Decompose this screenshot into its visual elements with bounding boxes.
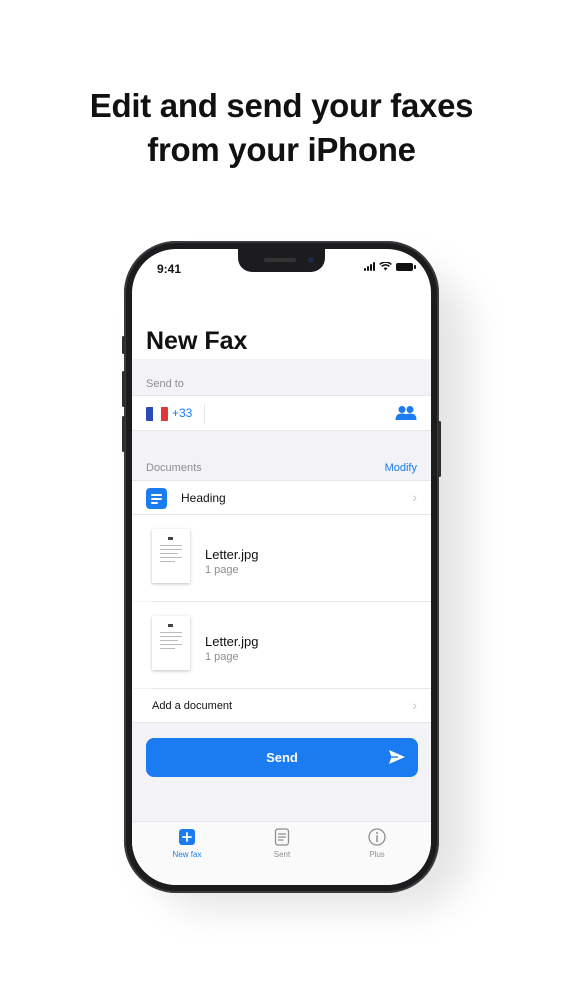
notch — [238, 249, 325, 272]
info-circle-icon — [368, 828, 386, 846]
tab-plus[interactable]: Plus — [337, 828, 417, 859]
power-button — [438, 421, 441, 477]
chevron-right-icon: › — [412, 697, 417, 713]
dial-separator — [204, 404, 205, 424]
doc-lines-icon — [146, 488, 167, 509]
tab-label: Sent — [273, 850, 291, 859]
country-code-selector[interactable]: +33 — [172, 406, 192, 420]
status-time: 9:41 — [157, 262, 182, 276]
mute-switch — [122, 336, 125, 354]
status-icons — [364, 262, 416, 271]
promo-title-line-2: from your iPhone — [147, 131, 416, 168]
heading-row[interactable]: Heading › — [132, 480, 431, 514]
tab-label: New fax — [172, 850, 202, 859]
document-item[interactable]: Letter.jpg 1 page — [132, 602, 431, 688]
document-name: Letter.jpg — [205, 547, 259, 562]
form-background: Send to +33 Documents Modify Heading › L… — [132, 359, 431, 821]
paper-plane-icon — [389, 750, 405, 764]
battery-icon — [396, 262, 416, 271]
document-thumbnail — [152, 616, 190, 670]
document-item[interactable]: Letter.jpg 1 page — [132, 515, 431, 601]
tab-sent[interactable]: Sent — [242, 828, 322, 859]
documents-label: Documents — [146, 462, 202, 474]
tab-new-fax[interactable]: New fax — [147, 828, 227, 859]
document-name: Letter.jpg — [205, 634, 259, 649]
send-to-label: Send to — [146, 378, 184, 390]
tab-bar: New fax Sent Plus — [132, 821, 431, 885]
volume-down-button — [122, 416, 125, 452]
heading-label: Heading — [181, 491, 226, 505]
wifi-icon — [379, 262, 392, 271]
tab-label: Plus — [369, 850, 385, 859]
doc-icon — [274, 828, 290, 846]
send-button[interactable]: Send — [146, 738, 418, 777]
document-page-count: 1 page — [205, 651, 239, 663]
promo-title: Edit and send your faxes from your iPhon… — [0, 84, 563, 172]
document-page-count: 1 page — [205, 564, 239, 576]
chevron-right-icon: › — [412, 489, 417, 505]
add-document-label: Add a document — [152, 700, 233, 712]
add-document-row[interactable]: Add a document › — [132, 689, 431, 723]
front-camera — [308, 257, 314, 263]
page-title: New Fax — [146, 327, 248, 355]
phone-frame: 9:41 New Fax Send to +33 Documents Modif… — [122, 241, 441, 893]
modify-button[interactable]: Modify — [385, 462, 417, 474]
france-flag-icon[interactable] — [146, 407, 168, 421]
document-thumbnail — [152, 529, 190, 583]
recipient-row: +33 — [132, 395, 431, 431]
volume-up-button — [122, 371, 125, 407]
promo-title-line-1: Edit and send your faxes — [89, 87, 474, 124]
speaker-grille — [264, 258, 296, 262]
contacts-icon[interactable] — [395, 405, 417, 421]
plus-square-icon — [179, 829, 195, 845]
phone-screen: 9:41 New Fax Send to +33 Documents Modif… — [132, 249, 431, 885]
send-button-label: Send — [266, 750, 298, 765]
cellular-signal-icon — [364, 262, 375, 271]
